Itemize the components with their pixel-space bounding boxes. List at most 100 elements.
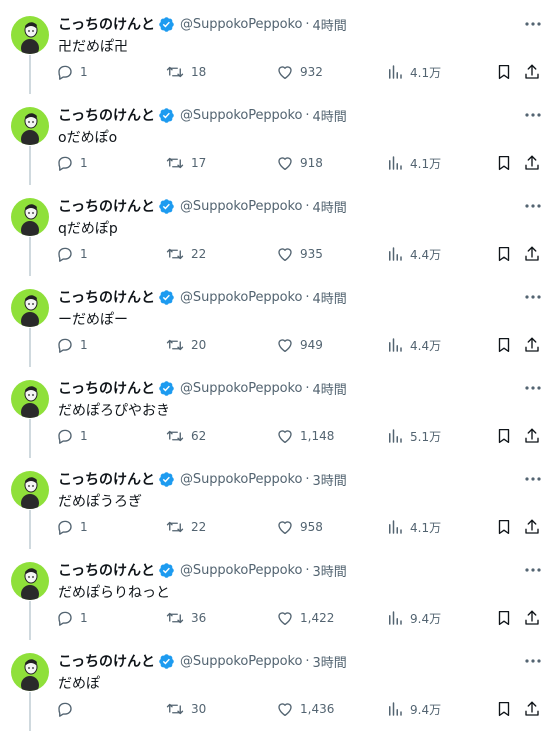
like-button[interactable]: 949 — [276, 335, 323, 355]
retweet-button[interactable]: 36 — [165, 608, 206, 628]
reply-count: 1 — [80, 247, 88, 261]
bookmark-button[interactable] — [495, 699, 513, 719]
user-handle[interactable]: @SuppokoPeppoko — [180, 290, 302, 305]
more-dots-icon[interactable] — [522, 653, 544, 669]
user-handle[interactable]: @SuppokoPeppoko — [180, 654, 302, 669]
more-dots-icon[interactable] — [522, 471, 544, 487]
retweet-button[interactable]: 62 — [165, 426, 206, 446]
share-button[interactable] — [523, 335, 541, 355]
retweet-button[interactable]: 30 — [165, 699, 206, 719]
like-button[interactable]: 958 — [276, 517, 323, 537]
views-button[interactable]: 4.4万 — [386, 335, 441, 355]
more-dots-icon[interactable] — [522, 16, 544, 32]
reply-button[interactable]: 1 — [56, 153, 88, 173]
verified-badge-icon — [158, 289, 175, 306]
timestamp[interactable]: 3時間 — [313, 470, 347, 489]
tweet[interactable]: こっちのけんと @SuppokoPeppoko · 3時間 だめぽ 30 1,4… — [0, 637, 559, 731]
like-button[interactable]: 935 — [276, 244, 323, 264]
action-bar: 1 18 932 4.1万 — [0, 62, 559, 82]
reply-button[interactable]: 1 — [56, 517, 88, 537]
more-dots-icon[interactable] — [522, 289, 544, 305]
share-button[interactable] — [523, 153, 541, 173]
like-button[interactable]: 1,422 — [276, 608, 334, 628]
views-button[interactable]: 4.1万 — [386, 153, 441, 173]
timestamp[interactable]: 4時間 — [313, 197, 347, 216]
avatar[interactable] — [11, 471, 49, 509]
share-button[interactable] — [523, 62, 541, 82]
reply-button[interactable]: 1 — [56, 426, 88, 446]
views-button[interactable]: 4.4万 — [386, 244, 441, 264]
user-handle[interactable]: @SuppokoPeppoko — [180, 563, 302, 578]
share-button[interactable] — [523, 517, 541, 537]
display-name[interactable]: こっちのけんと — [58, 560, 155, 580]
more-dots-icon[interactable] — [522, 107, 544, 123]
tweet[interactable]: こっちのけんと @SuppokoPeppoko · 4時間 だめぽろぴやおき 1… — [0, 364, 559, 458]
display-name[interactable]: こっちのけんと — [58, 196, 155, 216]
display-name[interactable]: こっちのけんと — [58, 14, 155, 34]
views-button[interactable]: 4.1万 — [386, 62, 441, 82]
avatar[interactable] — [11, 289, 49, 327]
timestamp[interactable]: 4時間 — [313, 15, 347, 34]
reply-button[interactable]: 1 — [56, 244, 88, 264]
timestamp[interactable]: 4時間 — [313, 288, 347, 307]
avatar[interactable] — [11, 380, 49, 418]
display-name[interactable]: こっちのけんと — [58, 287, 155, 307]
like-button[interactable]: 932 — [276, 62, 323, 82]
share-button[interactable] — [523, 426, 541, 446]
user-handle[interactable]: @SuppokoPeppoko — [180, 472, 302, 487]
display-name[interactable]: こっちのけんと — [58, 651, 155, 671]
avatar[interactable] — [11, 562, 49, 600]
timestamp[interactable]: 3時間 — [313, 561, 347, 580]
user-handle[interactable]: @SuppokoPeppoko — [180, 199, 302, 214]
more-dots-icon[interactable] — [522, 198, 544, 214]
bookmark-button[interactable] — [495, 244, 513, 264]
avatar[interactable] — [11, 653, 49, 691]
views-button[interactable]: 5.1万 — [386, 426, 441, 446]
reply-button[interactable]: 1 — [56, 62, 88, 82]
tweet[interactable]: こっちのけんと @SuppokoPeppoko · 4時間 ーだめぽー 1 20… — [0, 273, 559, 367]
tweet[interactable]: こっちのけんと @SuppokoPeppoko · 4時間 卍だめぽ卍 1 18… — [0, 0, 559, 94]
avatar[interactable] — [11, 198, 49, 236]
tweet[interactable]: こっちのけんと @SuppokoPeppoko · 3時間 だめぽうろぎ 1 2… — [0, 455, 559, 549]
like-button[interactable]: 1,148 — [276, 426, 334, 446]
bookmark-button[interactable] — [495, 608, 513, 628]
retweet-button[interactable]: 22 — [165, 517, 206, 537]
user-handle[interactable]: @SuppokoPeppoko — [180, 17, 302, 32]
more-dots-icon[interactable] — [522, 380, 544, 396]
share-button[interactable] — [523, 608, 541, 628]
more-dots-icon[interactable] — [522, 562, 544, 578]
display-name[interactable]: こっちのけんと — [58, 378, 155, 398]
views-button[interactable]: 9.4万 — [386, 608, 441, 628]
timestamp[interactable]: 3時間 — [313, 652, 347, 671]
bookmark-button[interactable] — [495, 426, 513, 446]
retweet-button[interactable]: 18 — [165, 62, 206, 82]
display-name[interactable]: こっちのけんと — [58, 469, 155, 489]
display-name[interactable]: こっちのけんと — [58, 105, 155, 125]
tweet[interactable]: こっちのけんと @SuppokoPeppoko · 4時間 oだめぽo 1 17… — [0, 91, 559, 185]
retweet-button[interactable]: 20 — [165, 335, 206, 355]
avatar[interactable] — [11, 16, 49, 54]
tweet[interactable]: こっちのけんと @SuppokoPeppoko · 4時間 qだめぽp 1 22… — [0, 182, 559, 276]
user-handle[interactable]: @SuppokoPeppoko — [180, 108, 302, 123]
views-button[interactable]: 4.1万 — [386, 517, 441, 537]
reply-button[interactable] — [56, 699, 80, 719]
views-button[interactable]: 9.4万 — [386, 699, 441, 719]
retweet-button[interactable]: 22 — [165, 244, 206, 264]
bookmark-button[interactable] — [495, 335, 513, 355]
like-button[interactable]: 1,436 — [276, 699, 334, 719]
timestamp[interactable]: 4時間 — [313, 106, 347, 125]
user-handle[interactable]: @SuppokoPeppoko — [180, 381, 302, 396]
views-chart-icon — [389, 429, 402, 443]
reply-button[interactable]: 1 — [56, 335, 88, 355]
bookmark-button[interactable] — [495, 517, 513, 537]
retweet-button[interactable]: 17 — [165, 153, 206, 173]
like-button[interactable]: 918 — [276, 153, 323, 173]
bookmark-button[interactable] — [495, 62, 513, 82]
bookmark-button[interactable] — [495, 153, 513, 173]
reply-button[interactable]: 1 — [56, 608, 88, 628]
timestamp[interactable]: 4時間 — [313, 379, 347, 398]
share-button[interactable] — [523, 244, 541, 264]
tweet[interactable]: こっちのけんと @SuppokoPeppoko · 3時間 だめぽらりねっと 1… — [0, 546, 559, 640]
avatar[interactable] — [11, 107, 49, 145]
share-button[interactable] — [523, 699, 541, 719]
